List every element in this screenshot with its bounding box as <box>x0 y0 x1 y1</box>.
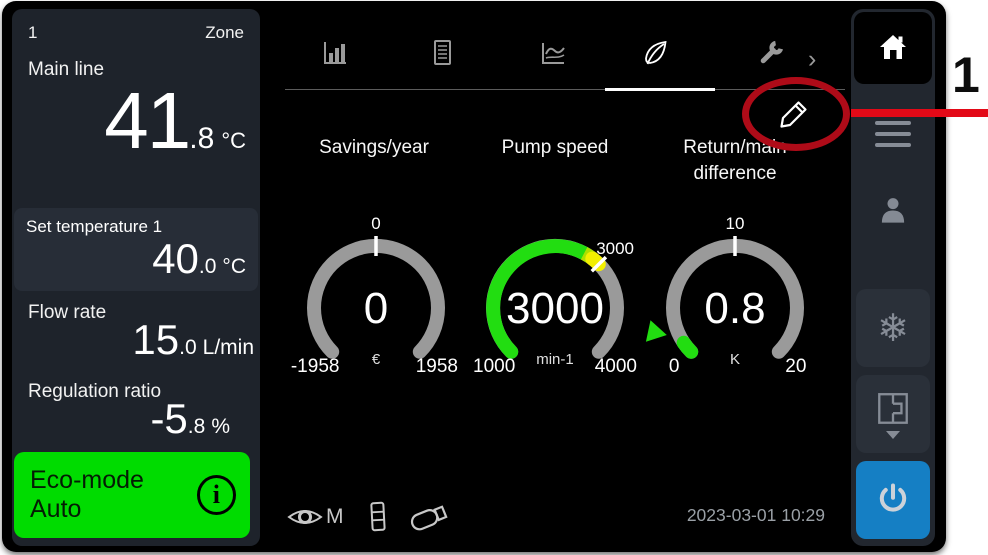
eco-mode-label: Eco-mode Auto <box>30 466 197 524</box>
snowflake-icon: ❄ <box>877 306 909 351</box>
svg-text:3000: 3000 <box>596 239 634 258</box>
wrench-icon[interactable] <box>756 38 786 68</box>
status-icons: M <box>286 499 454 535</box>
zones-button[interactable] <box>856 375 930 453</box>
set-temperature-value: 40.0°C <box>14 237 258 281</box>
callout-circle <box>742 77 850 151</box>
regulation-ratio-value: -5.8% <box>12 397 260 441</box>
svg-text:4000: 4000 <box>595 356 637 377</box>
more-tabs-chevron-icon[interactable]: › <box>808 45 816 74</box>
callout-line <box>851 109 988 117</box>
screenshot-stage: 1 Zone Main line 41.8°C Set temperature … <box>0 0 988 555</box>
set-temperature-label: Set temperature 1 <box>14 217 258 237</box>
svg-text:0: 0 <box>669 356 680 377</box>
floor-plan-icon <box>874 390 912 428</box>
svg-text:-1958: -1958 <box>291 356 340 377</box>
chevron-down-icon <box>886 431 900 439</box>
svg-text:0: 0 <box>371 214 380 233</box>
hamburger-icon <box>875 121 911 125</box>
nav-sidebar: ❄ <box>851 9 935 546</box>
info-icon[interactable]: i <box>197 475 236 515</box>
document-icon[interactable] <box>427 38 457 68</box>
mode-letter: M <box>326 505 344 529</box>
trend-chart-icon[interactable] <box>538 38 568 68</box>
user-button[interactable] <box>875 192 911 235</box>
set-temperature-card[interactable]: Set temperature 1 40.0°C <box>14 208 258 291</box>
active-tab-indicator <box>605 88 715 91</box>
gauge-pump-speed: 3000 3000 min-1 1000 4000 <box>460 208 650 400</box>
zone-label: Zone <box>205 23 244 43</box>
svg-text:3000: 3000 <box>506 284 604 333</box>
gauge-title-savings: Savings/year <box>294 135 454 161</box>
usb-stick-icon <box>406 499 454 535</box>
eco-mode-button[interactable]: Eco-mode Auto i <box>14 452 250 538</box>
svg-text:20: 20 <box>785 356 806 377</box>
module-icon <box>368 500 388 534</box>
main-line-temperature: 41.8°C <box>12 81 260 159</box>
power-icon <box>874 481 912 519</box>
gauge-savings: 0 0 € -1958 1958 <box>281 208 471 400</box>
datetime: 2023-03-01 10:29 <box>687 505 825 526</box>
user-icon <box>875 192 911 230</box>
svg-text:min-1: min-1 <box>536 351 574 368</box>
svg-text:0: 0 <box>364 284 388 333</box>
eye-icon <box>286 504 324 530</box>
svg-text:€: € <box>372 351 381 368</box>
zone-number: 1 <box>28 23 37 43</box>
gauge-title-pump-speed: Pump speed <box>475 135 635 161</box>
svg-text:K: K <box>730 351 740 368</box>
defrost-button[interactable]: ❄ <box>856 289 930 367</box>
power-button[interactable] <box>856 461 930 539</box>
menu-button[interactable] <box>875 121 911 154</box>
svg-text:0.8: 0.8 <box>704 284 765 333</box>
gauge-return-main: 10 0.8 K 0 20 <box>640 208 830 400</box>
svg-text:1000: 1000 <box>473 356 515 377</box>
flow-rate-value: 15.0L/min <box>12 318 260 362</box>
bar-chart-icon[interactable] <box>320 38 350 68</box>
home-icon <box>875 31 911 65</box>
svg-text:10: 10 <box>726 214 745 233</box>
leaf-icon[interactable] <box>640 38 670 68</box>
home-button[interactable] <box>854 12 932 84</box>
zone-panel: 1 Zone Main line 41.8°C Set temperature … <box>12 9 260 546</box>
svg-text:1958: 1958 <box>416 356 458 377</box>
callout-number: 1 <box>952 50 980 100</box>
